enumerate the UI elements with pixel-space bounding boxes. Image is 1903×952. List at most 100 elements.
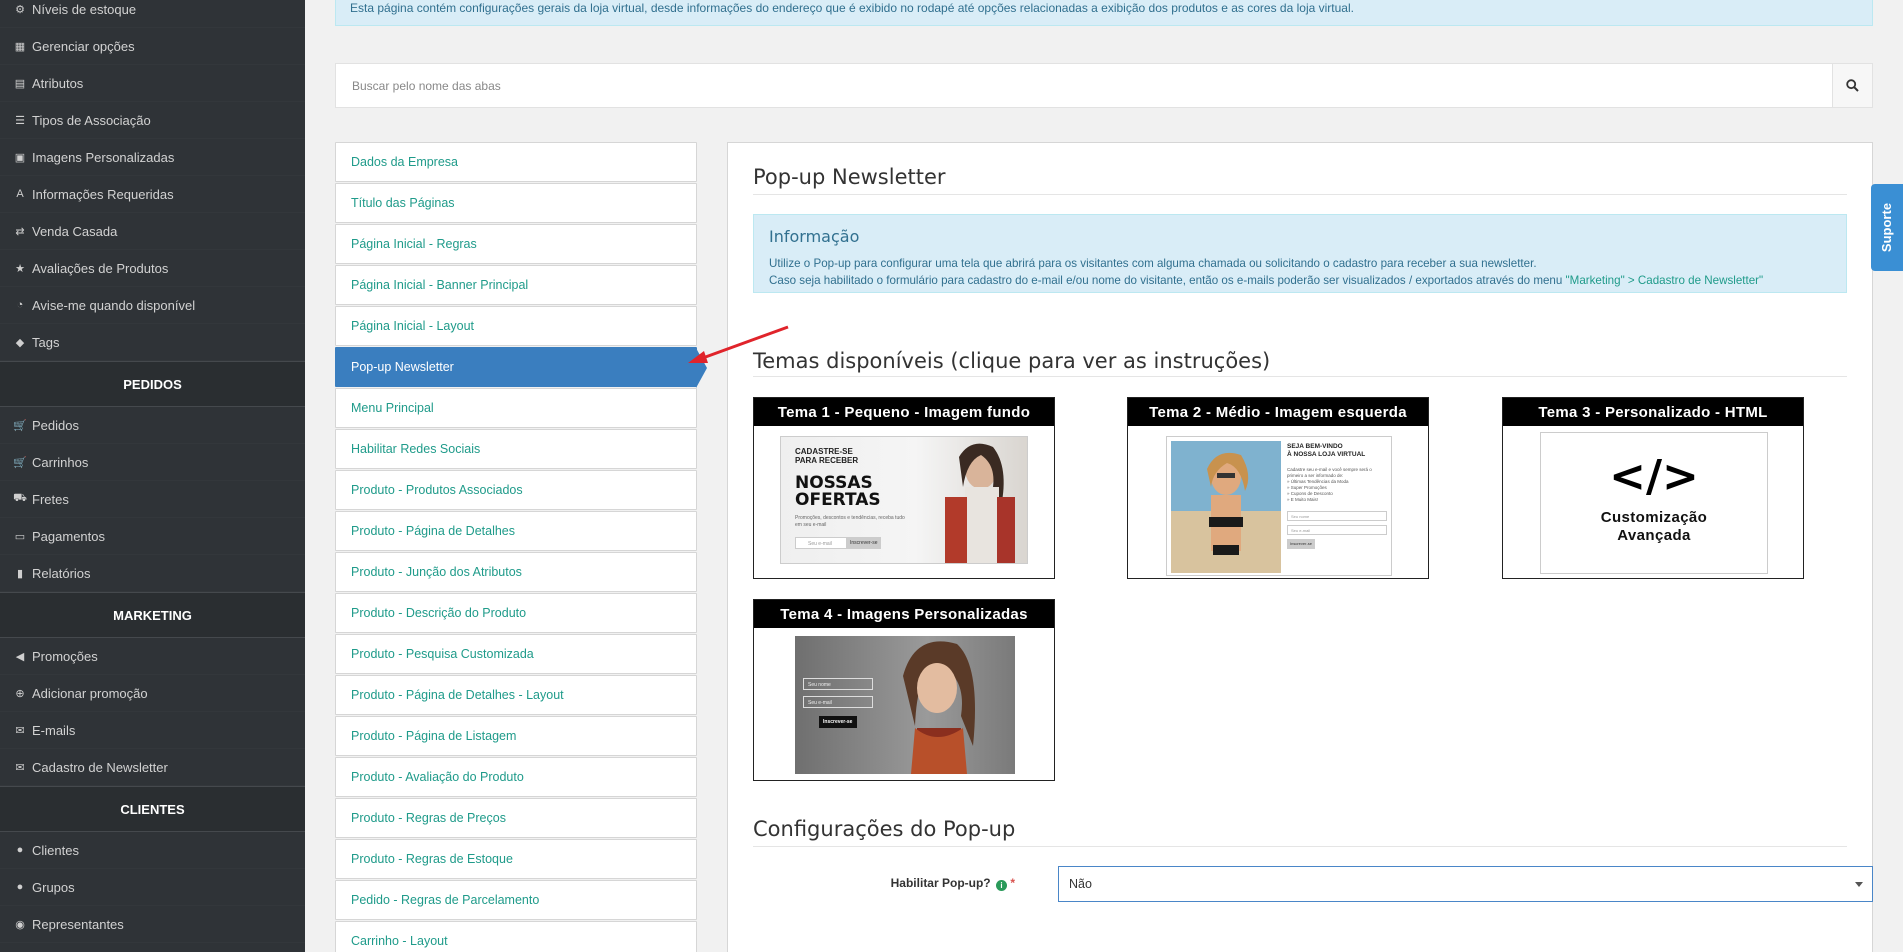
sidebar-item-pagamentos[interactable]: ▭ Pagamentos <box>0 518 305 555</box>
tab-produto-pagina-de-detalhes[interactable]: Produto - Página de Detalhes <box>335 511 697 551</box>
theme-2-thumb-bullet: » E Muito Mais! <box>1287 497 1319 502</box>
theme-3-caption: Customização Avançada <box>1541 509 1767 545</box>
theme-4-thumb-button: Inscrever-se <box>819 716 857 728</box>
sidebar-item-label: Carrinhos <box>32 454 89 470</box>
sidebar-item-label: Gerenciar opções <box>32 38 135 54</box>
sidebar-item-avaliacoes-de-produtos[interactable]: ★ Avaliações de Produtos <box>0 250 305 287</box>
tab-search-input[interactable] <box>336 64 1832 107</box>
credit-card-icon: ▭ <box>14 530 26 543</box>
cart-icon: 🛒 <box>13 419 27 432</box>
theme-2-thumb-button: Inscrever-se <box>1287 539 1315 549</box>
tab-pagina-inicial-regras[interactable]: Página Inicial - Regras <box>335 224 697 264</box>
tag-icon: ◆ <box>15 336 25 349</box>
info-alert-line2: Caso seja habilitado o formulário para c… <box>769 272 1831 289</box>
sidebar-item-clientes[interactable]: ● Clientes <box>0 832 305 869</box>
tab-produto-avaliacao-do-produto[interactable]: Produto - Avaliação do Produto <box>335 757 697 797</box>
image-icon: ▣ <box>14 151 26 164</box>
sidebar-item-carrinhos[interactable]: 🛒 Carrinhos <box>0 444 305 481</box>
sidebar-item-e-mails[interactable]: ✉ E-mails <box>0 712 305 749</box>
support-tab[interactable]: Suporte <box>1871 184 1903 271</box>
tab-carrinho-layout[interactable]: Carrinho - Layout <box>335 921 697 952</box>
tab-habilitar-redes-sociais[interactable]: Habilitar Redes Sociais <box>335 429 697 469</box>
sidebar-item-label: Tags <box>32 334 60 350</box>
theme-1-thumb-line2: PARA RECEBER <box>795 456 859 465</box>
sidebar-item-venda-casada[interactable]: ⇄ Venda Casada <box>0 213 305 250</box>
theme-1-thumb-input: Seu e-mail <box>795 537 847 549</box>
sidebar-item-label: Venda Casada <box>32 223 118 239</box>
tab-pedido-regras-de-parcelamento[interactable]: Pedido - Regras de Parcelamento <box>335 880 697 920</box>
search-button[interactable] <box>1832 64 1872 107</box>
theme-3-title: Tema 3 - Personalizado - HTML <box>1503 398 1803 426</box>
sidebar-item-promocoes[interactable]: ◀ Promoções <box>0 638 305 675</box>
sidebar-item-label: Clientes <box>32 842 79 858</box>
sidebar-item-relatorios[interactable]: ▮ Relatórios <box>0 555 305 592</box>
theme-2-card[interactable]: Tema 2 - Médio - Imagem esquerda SEJA BE… <box>1127 397 1429 579</box>
tab-pagina-inicial-layout[interactable]: Página Inicial - Layout <box>335 306 697 346</box>
tab-produto-descricao-do-produto[interactable]: Produto - Descrição do Produto <box>335 593 697 633</box>
sidebar-item-adicionar-promocao[interactable]: ⊕ Adicionar promoção <box>0 675 305 712</box>
search-icon <box>1846 79 1859 92</box>
sidebar-item-informacoes-requeridas[interactable]: A Informações Requeridas <box>0 176 305 213</box>
tab-pop-up-newsletter[interactable]: Pop-up Newsletter <box>335 347 707 388</box>
code-icon: </> <box>1609 451 1699 502</box>
config-title: Configurações do Pop-up <box>753 817 1016 841</box>
theme-1-card[interactable]: Tema 1 - Pequeno - Imagem fundo CADASTRE… <box>753 397 1055 579</box>
sidebar-item-tags[interactable]: ◆ Tags <box>0 324 305 361</box>
theme-4-card[interactable]: Tema 4 - Imagens Personalizadas Seu nome… <box>753 599 1055 781</box>
bullhorn-icon: ◀ <box>15 650 25 663</box>
tab-produto-produtos-associados[interactable]: Produto - Produtos Associados <box>335 470 697 510</box>
theme-4-thumb-input-email: Seu e-mail <box>803 696 873 708</box>
main-content: Esta página contém configurações gerais … <box>305 0 1903 952</box>
sidebar-item-label: Avaliações de Produtos <box>32 260 169 276</box>
sidebar-item-label: Tipos de Associação <box>32 112 151 128</box>
envelope-icon: ✉ <box>15 724 25 737</box>
settings-tabs-list: Dados da Empresa Título das Páginas Página… <box>335 142 707 952</box>
theme-1-title: Tema 1 - Pequeno - Imagem fundo <box>754 398 1054 426</box>
tab-produto-regras-de-estoque[interactable]: Produto - Regras de Estoque <box>335 839 697 879</box>
theme-1-thumbnail: CADASTRE-SE PARA RECEBER NOSSAS OFERTAS Pr… <box>780 436 1028 564</box>
sidebar-item-gerenciar-opcoes[interactable]: ▦ Gerenciar opções <box>0 28 305 65</box>
theme-2-thumb-body-text: Cadastre seu e-mail e você sempre será o… <box>1287 467 1372 478</box>
info-alert-title: Informação <box>769 227 860 246</box>
grid-icon: ▦ <box>14 40 26 53</box>
tab-produto-pagina-de-detalhes-layout[interactable]: Produto - Página de Detalhes - Layout <box>335 675 697 715</box>
sidebar-item-imagens-personalizadas[interactable]: ▣ Imagens Personalizadas <box>0 139 305 176</box>
font-icon: A <box>16 188 24 200</box>
tab-produto-juncao-dos-atributos[interactable]: Produto - Junção dos Atributos <box>335 552 697 592</box>
bar-chart-icon: ▮ <box>16 567 24 580</box>
enable-popup-select[interactable]: Não <box>1058 866 1873 902</box>
tab-produto-regras-de-precos[interactable]: Produto - Regras de Preços <box>335 798 697 838</box>
sidebar-item-avise-me-quando-disponivel[interactable]: ◔ Avise-me quando disponível <box>0 287 305 324</box>
theme-2-thumb-beach-image <box>1171 441 1281 573</box>
sidebar-item-grupos[interactable]: ● Grupos <box>0 869 305 906</box>
star-icon: ★ <box>15 262 25 275</box>
enable-popup-row: Habilitar Pop-up? i * Não <box>753 866 1873 902</box>
tab-produto-pagina-de-listagem[interactable]: Produto - Página de Listagem <box>335 716 697 756</box>
sidebar-item-atributos[interactable]: ▤ Atributos <box>0 65 305 102</box>
tab-titulo-das-paginas[interactable]: Título das Páginas <box>335 183 697 223</box>
section-pedidos: PEDIDOS <box>0 361 305 407</box>
sidebar-item-label: Avise-me quando disponível <box>32 297 196 313</box>
sidebar-item-fretes[interactable]: ⛟ Fretes <box>0 481 305 518</box>
info-circle-icon[interactable]: i <box>995 880 1007 891</box>
required-asterisk: * <box>1010 876 1015 890</box>
tab-produto-pesquisa-customizada[interactable]: Produto - Pesquisa Customizada <box>335 634 697 674</box>
tab-dados-da-empresa[interactable]: Dados da Empresa <box>335 142 697 182</box>
tab-menu-principal[interactable]: Menu Principal <box>335 388 697 428</box>
enable-popup-value: Não <box>1069 877 1092 891</box>
sidebar-item-niveis-de-estoque[interactable]: ⚙ Níveis de estoque <box>0 0 305 28</box>
envelope-icon: ✉ <box>15 761 25 774</box>
sidebar-item-tipos-de-associacao[interactable]: ☰ Tipos de Associação <box>0 102 305 139</box>
plus-circle-icon: ⊕ <box>15 687 25 700</box>
info-alert-line2-text: Caso seja habilitado o formulário para c… <box>769 274 1566 287</box>
theme-3-card[interactable]: Tema 3 - Personalizado - HTML </> Custom… <box>1502 397 1804 579</box>
tab-pagina-inicial-banner-principal[interactable]: Página Inicial - Banner Principal <box>335 265 697 305</box>
sidebar-item-cadastro-de-newsletter[interactable]: ✉ Cadastro de Newsletter <box>0 749 305 786</box>
user-circle-icon: ◉ <box>15 918 25 931</box>
newsletter-menu-link[interactable]: "Marketing" > Cadastro de Newsletter" <box>1566 274 1764 287</box>
theme-1-thumb-line1: CADASTRE-SE <box>795 447 853 456</box>
sidebar-item-pedidos[interactable]: 🛒 Pedidos <box>0 407 305 444</box>
theme-4-thumb-input-name: Seu nome <box>803 678 873 690</box>
list-alt-icon: ☰ <box>15 114 25 127</box>
sidebar-item-representantes[interactable]: ◉ Representantes <box>0 906 305 943</box>
